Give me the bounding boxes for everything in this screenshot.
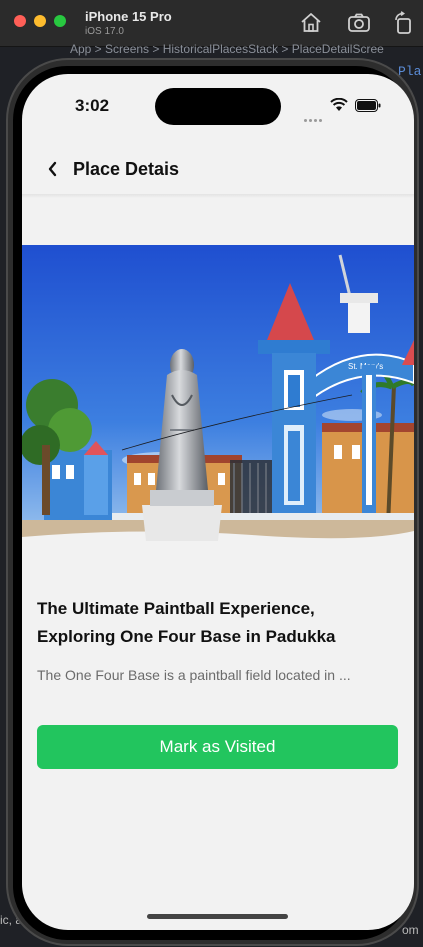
status-time: 3:02 bbox=[75, 96, 110, 115]
cellular-signal-icon bbox=[304, 109, 324, 127]
rotate-icon[interactable] bbox=[392, 11, 416, 35]
simulator-title-bar: iPhone 15 Pro iOS 17.0 bbox=[0, 0, 423, 47]
header-divider bbox=[22, 194, 414, 198]
page-title: Place Detais bbox=[73, 159, 180, 179]
editor-text-fragment: om bbox=[402, 923, 419, 937]
place-title: The Ultimate Paintball Experience, Explo… bbox=[37, 599, 336, 646]
wifi-icon bbox=[330, 98, 348, 111]
back-button[interactable] bbox=[42, 156, 66, 182]
zoom-window-button[interactable] bbox=[54, 15, 66, 27]
phone-screen: 3:02 Place Detais St. The Ultimate Paint… bbox=[22, 74, 414, 930]
place-image: St. Mary's bbox=[22, 245, 414, 541]
chevron-left-icon bbox=[48, 161, 57, 177]
screenshot-icon[interactable] bbox=[347, 11, 371, 35]
battery-icon bbox=[355, 99, 381, 112]
minimize-window-button[interactable] bbox=[34, 15, 46, 27]
mark-as-visited-button[interactable]: Mark as Visited bbox=[37, 725, 398, 769]
place-description: The One Four Base is a paintball field l… bbox=[37, 667, 351, 683]
navigation-header: Place Detais bbox=[22, 144, 414, 194]
close-window-button[interactable] bbox=[14, 15, 26, 27]
editor-breadcrumb: App > Screens > HistoricalPlacesStack > … bbox=[70, 42, 384, 56]
dynamic-island bbox=[155, 88, 281, 125]
home-indicator[interactable] bbox=[147, 914, 288, 919]
home-icon[interactable] bbox=[299, 11, 323, 35]
device-name: iPhone 15 Pro bbox=[85, 9, 172, 24]
device-os-version: iOS 17.0 bbox=[85, 26, 124, 37]
